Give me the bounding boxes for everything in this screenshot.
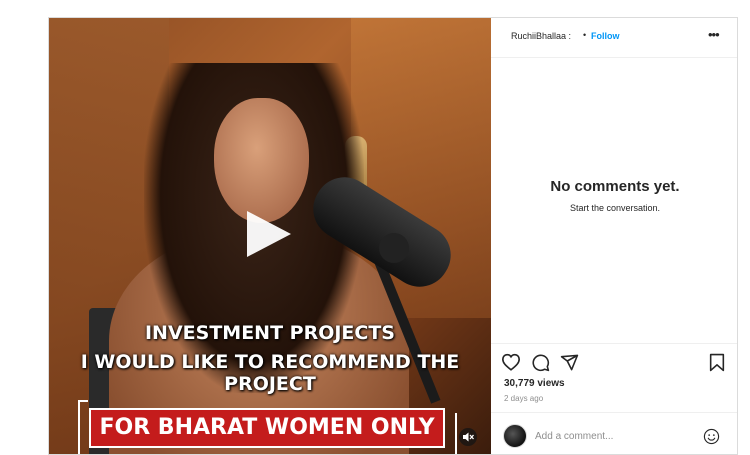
empty-comments-title: No comments yet. <box>550 178 680 195</box>
video-caption-line1: INVESTMENT PROJECTS <box>144 322 395 344</box>
comments-panel: RuchiiBhallaa : • Follow ••• No comments… <box>491 18 737 454</box>
actions-divider <box>491 343 737 344</box>
more-options-icon[interactable]: ••• <box>708 27 720 42</box>
video-caption-line2: I WOULD LIKE TO RECOMMEND THE PROJECT <box>80 351 460 395</box>
heart-icon[interactable] <box>501 353 521 371</box>
play-icon[interactable] <box>247 211 291 257</box>
muted-speaker-icon[interactable] <box>459 428 477 446</box>
view-count: 30,779 views <box>504 378 565 389</box>
composer-divider <box>491 412 737 413</box>
video-player[interactable]: INVESTMENT PROJECTS I WOULD LIKE TO RECO… <box>49 18 491 454</box>
bookmark-icon[interactable] <box>709 353 725 372</box>
follow-button[interactable]: Follow <box>591 31 620 41</box>
post-header: RuchiiBhallaa : • Follow ••• <box>491 18 737 58</box>
emoji-icon[interactable] <box>703 428 720 445</box>
header-separator: • <box>583 30 587 40</box>
video-banner: FOR BHARAT WOMEN ONLY <box>89 408 445 448</box>
post-modal: INVESTMENT PROJECTS I WOULD LIKE TO RECO… <box>48 17 738 455</box>
caption-frame <box>78 400 88 402</box>
comment-input[interactable] <box>535 428 685 444</box>
username-link[interactable]: RuchiiBhallaa : <box>511 31 571 41</box>
caption-frame <box>455 413 457 454</box>
share-icon[interactable] <box>560 353 579 372</box>
speaker-face <box>214 98 309 223</box>
mic-clip <box>379 233 409 263</box>
caption-frame <box>78 400 80 454</box>
post-timestamp: 2 days ago <box>504 394 544 403</box>
empty-comments-subtitle: Start the conversation. <box>569 203 661 213</box>
avatar <box>503 424 527 448</box>
comment-icon[interactable] <box>531 353 550 372</box>
